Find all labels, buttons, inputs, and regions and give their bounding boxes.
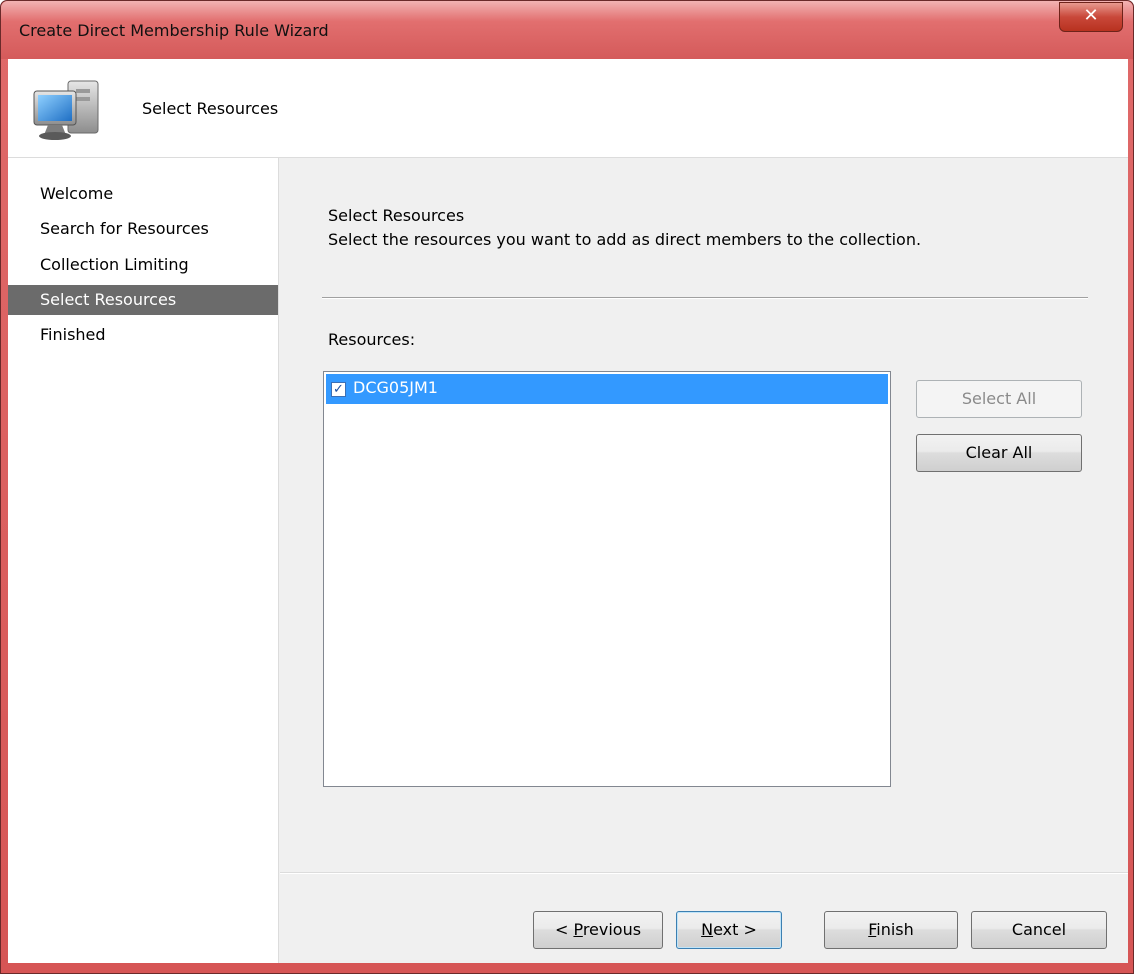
window-title: Create Direct Membership Rule Wizard — [19, 21, 329, 40]
finish-button[interactable]: Finish — [824, 911, 958, 949]
wizard-step-nav: Welcome Search for Resources Collection … — [8, 158, 279, 963]
previous-button[interactable]: < Previous — [533, 911, 663, 949]
section-description: Select the resources you want to add as … — [328, 230, 922, 249]
wizard-window: Create Direct Membership Rule Wizard ✕ S… — [0, 0, 1134, 974]
resource-name: DCG05JM1 — [353, 378, 438, 397]
title-bar[interactable]: Create Direct Membership Rule Wizard ✕ — [1, 1, 1133, 59]
footer-separator — [280, 872, 1128, 874]
list-item[interactable]: ✓ DCG05JM1 — [326, 374, 888, 404]
clear-all-button[interactable]: Clear All — [916, 434, 1082, 472]
wizard-client-area: Select Resources Welcome Search for Reso… — [8, 59, 1128, 963]
nav-item-search-for-resources[interactable]: Search for Resources — [8, 214, 278, 244]
nav-item-collection-limiting[interactable]: Collection Limiting — [8, 250, 278, 280]
resources-label: Resources: — [328, 330, 416, 349]
section-title: Select Resources — [328, 206, 465, 225]
resources-list[interactable]: ✓ DCG05JM1 — [323, 371, 891, 787]
computer-icon — [33, 80, 99, 140]
nav-item-select-resources[interactable]: Select Resources — [8, 285, 278, 315]
resource-checkbox[interactable]: ✓ — [331, 382, 346, 397]
section-divider — [322, 297, 1088, 299]
select-all-button[interactable]: Select All — [916, 380, 1082, 418]
close-icon: ✕ — [1083, 5, 1099, 26]
cancel-button[interactable]: Cancel — [971, 911, 1107, 949]
wizard-page: Select Resources Select the resources yo… — [280, 158, 1128, 963]
nav-item-finished[interactable]: Finished — [8, 320, 278, 350]
next-button[interactable]: Next > — [676, 911, 782, 949]
header-title: Select Resources — [142, 99, 279, 118]
nav-item-welcome[interactable]: Welcome — [8, 179, 278, 209]
close-button[interactable]: ✕ — [1059, 2, 1123, 32]
wizard-header: Select Resources — [8, 59, 1128, 158]
